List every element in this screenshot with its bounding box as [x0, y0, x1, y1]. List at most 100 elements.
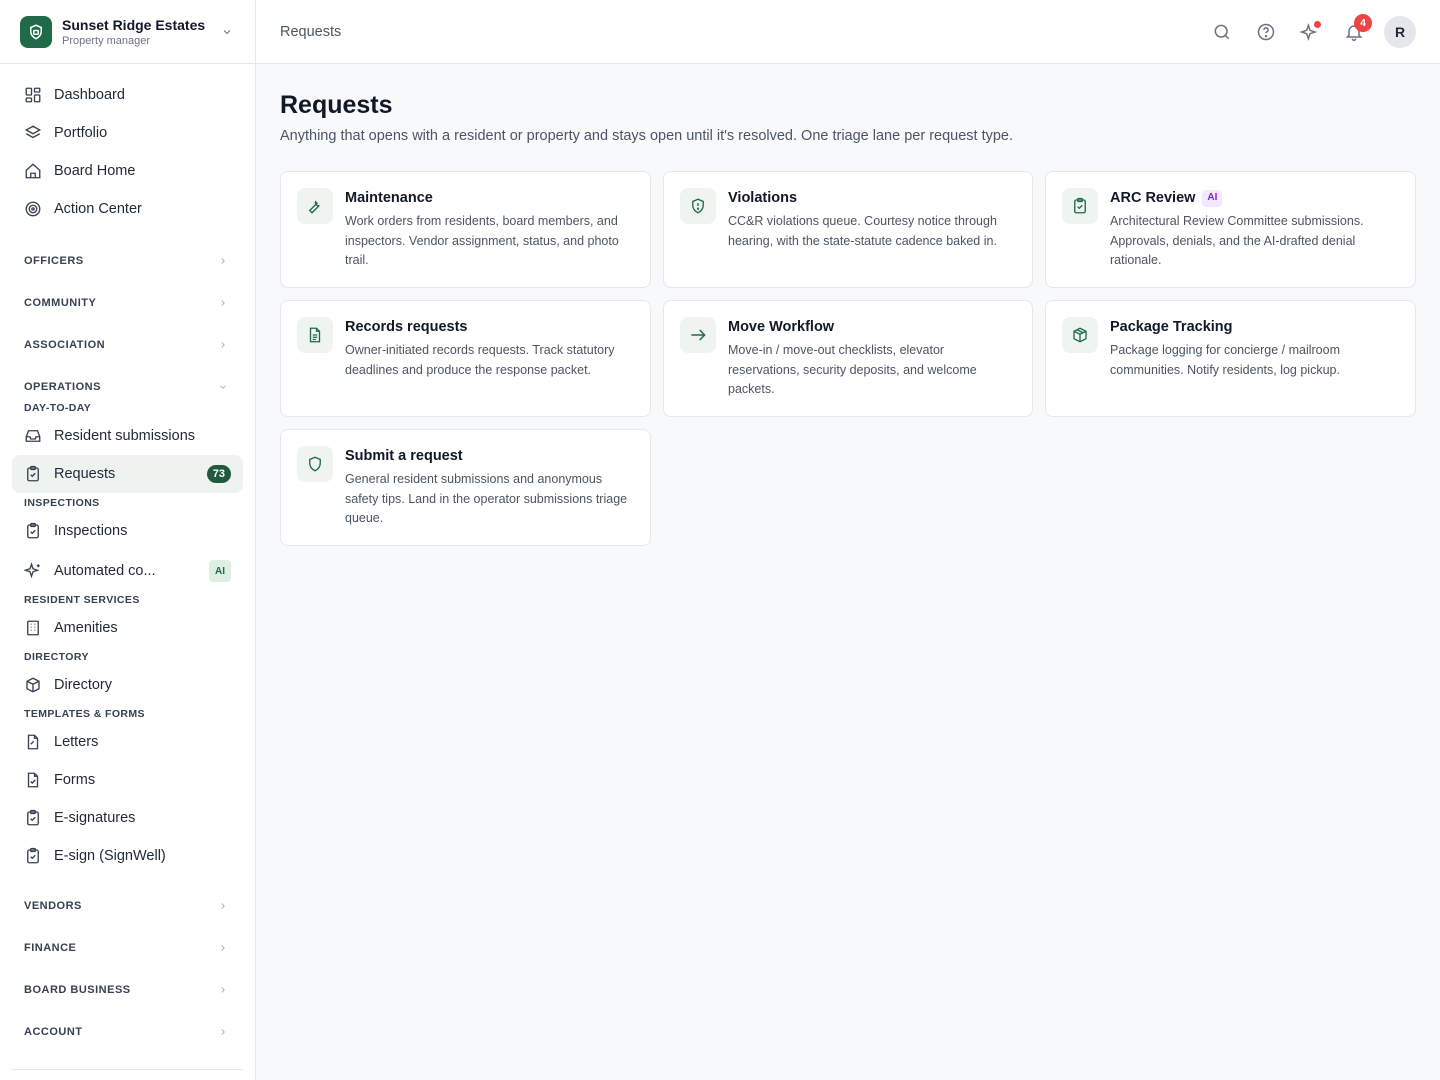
sidebar: Sunset Ridge Estates Property manager Da… [0, 0, 256, 1080]
clipboard-check-icon [24, 847, 42, 865]
card-submit-request[interactable]: Submit a request General resident submis… [280, 429, 651, 546]
package-icon [1062, 317, 1098, 353]
chevron-right-icon [217, 1026, 229, 1038]
section-account[interactable]: ACCOUNT [12, 1011, 243, 1053]
main-content: Requests Anything that opens with a resi… [280, 88, 1416, 546]
breadcrumb[interactable]: Requests [280, 24, 1194, 40]
package-icon [24, 676, 42, 694]
ai-badge: AI [209, 560, 231, 582]
sidebar-item-label: Requests [54, 466, 116, 482]
chevron-right-icon [217, 339, 229, 351]
card-description: Owner-initiated records requests. Track … [345, 343, 615, 377]
org-logo-icon [20, 15, 52, 48]
sidebar-item-forms[interactable]: Forms [12, 761, 243, 799]
card-description: General resident submissions and anonymo… [345, 472, 628, 525]
divider [12, 1069, 243, 1070]
card-description: Package logging for concierge / mailroom… [1110, 343, 1340, 377]
sidebar-item-esign-signwell[interactable]: E-sign (SignWell) [12, 837, 243, 875]
sidebar-item-letters[interactable]: Letters [12, 723, 243, 761]
file-edit-icon [24, 733, 42, 751]
chevron-right-icon [217, 900, 229, 912]
search-button[interactable] [1206, 16, 1238, 48]
sidebar-item-board-home[interactable]: Board Home [12, 152, 243, 190]
card-description: Architectural Review Committee submissio… [1110, 214, 1364, 267]
sidebar-item-label: Amenities [54, 620, 118, 636]
chevron-right-icon [217, 984, 229, 996]
card-records-requests[interactable]: Records requests Owner-initiated records… [280, 300, 651, 417]
chevron-right-icon [217, 942, 229, 954]
page-subtitle: Anything that opens with a resident or p… [280, 128, 1014, 144]
org-role: Property manager [62, 34, 151, 47]
shield-icon [297, 446, 333, 482]
building-icon [24, 619, 42, 637]
sidebar-item-label: Resident submissions [54, 428, 196, 444]
sidebar-item-inspections[interactable]: Inspections [12, 512, 243, 550]
target-icon [24, 200, 42, 218]
section-operations[interactable]: OPERATIONS [12, 366, 243, 408]
section-community[interactable]: COMMUNITY [12, 282, 243, 324]
sidebar-item-label: Portfolio [54, 125, 108, 141]
home-icon [24, 162, 42, 180]
count-badge: 73 [206, 465, 231, 483]
sidebar-nav: Dashboard Portfolio Board Home Action Ce… [0, 64, 255, 1053]
inbox-icon [24, 427, 42, 445]
chevron-right-icon [217, 255, 229, 267]
card-title: Maintenance [345, 190, 433, 206]
section-officers[interactable]: OFFICERS [12, 240, 243, 282]
org-name: Sunset Ridge Estates [62, 16, 206, 33]
sidebar-item-label: Directory [54, 677, 113, 693]
sidebar-item-resident-submissions[interactable]: Resident submissions [12, 417, 243, 455]
sidebar-item-label: Forms [54, 772, 96, 788]
notifications-button[interactable]: 4 [1338, 13, 1372, 48]
sidebar-item-label: E-signatures [54, 810, 136, 826]
clipboard-check-icon [24, 522, 42, 540]
help-icon [1257, 23, 1275, 40]
topbar: Requests 4 R [256, 0, 1440, 64]
card-maintenance[interactable]: Maintenance Work orders from residents, … [280, 171, 651, 288]
layers-icon [24, 124, 42, 142]
card-violations[interactable]: Violations CC&R violations queue. Courte… [663, 171, 1033, 288]
card-description: Move-in / move-out checklists, elevator … [728, 343, 977, 396]
card-title: ARC Review AI [1110, 188, 1399, 208]
clipboard-check-icon [1062, 188, 1098, 224]
sidebar-item-automated[interactable]: Automated co... AI [12, 552, 243, 590]
chevron-right-icon [217, 297, 229, 309]
wrench-icon [297, 188, 333, 224]
subsection-resident-services: RESIDENT SERVICES [24, 593, 140, 606]
chevron-down-icon [217, 381, 229, 393]
subsection-directory: DIRECTORY [24, 650, 89, 663]
sidebar-item-action-center[interactable]: Action Center [12, 190, 243, 228]
org-switcher[interactable]: Sunset Ridge Estates Property manager [0, 0, 255, 64]
sidebar-item-requests[interactable]: Requests 73 [12, 455, 243, 493]
card-title: Violations [728, 190, 798, 206]
section-board-business[interactable]: BOARD BUSINESS [12, 969, 243, 1011]
sidebar-item-label: Automated co... [54, 563, 156, 579]
sidebar-item-directory[interactable]: Directory [12, 666, 243, 704]
help-button[interactable] [1250, 16, 1282, 48]
card-package-tracking[interactable]: Package Tracking Package logging for con… [1045, 300, 1416, 417]
subsection-inspections: INSPECTIONS [24, 496, 100, 509]
sidebar-item-dashboard[interactable]: Dashboard [12, 76, 243, 114]
ai-assistant-button[interactable] [1294, 16, 1326, 48]
sidebar-item-label: Inspections [54, 523, 128, 539]
sidebar-item-amenities[interactable]: Amenities [12, 609, 243, 647]
card-description: CC&R violations queue. Courtesy notice t… [728, 214, 997, 248]
card-title: Submit a request [345, 448, 463, 464]
sidebar-item-label: Dashboard [54, 87, 125, 103]
card-arc-review[interactable]: ARC Review AI Architectural Review Commit… [1045, 171, 1416, 288]
document-icon [297, 317, 333, 353]
card-move-workflow[interactable]: Move Workflow Move-in / move-out checkli… [663, 300, 1033, 417]
search-icon [1214, 24, 1230, 39]
page-title: Requests [280, 91, 393, 119]
section-vendors[interactable]: VENDORS [12, 885, 243, 927]
avatar[interactable]: R [1384, 15, 1416, 48]
sidebar-item-label: Letters [54, 734, 99, 750]
sidebar-item-label: Board Home [54, 163, 136, 179]
sidebar-item-portfolio[interactable]: Portfolio [12, 114, 243, 152]
card-title: Move Workflow [728, 319, 835, 335]
sidebar-item-esignatures[interactable]: E-signatures [12, 799, 243, 837]
shield-alert-icon [680, 188, 716, 224]
request-type-grid: Maintenance Work orders from residents, … [280, 171, 1416, 546]
section-finance[interactable]: FINANCE [12, 927, 243, 969]
section-association[interactable]: ASSOCIATION [12, 324, 243, 366]
